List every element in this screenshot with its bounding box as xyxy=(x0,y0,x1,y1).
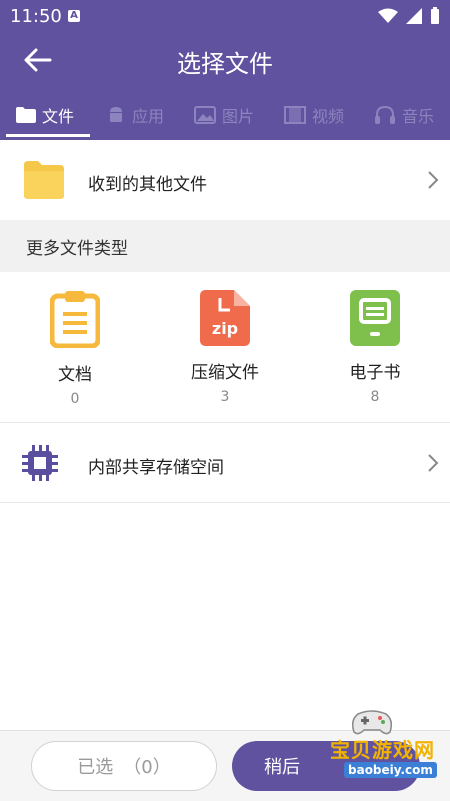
received-files-row[interactable]: 收到的其他文件 xyxy=(0,140,450,220)
tab-bar: 文件 应用 图片 视频 音乐 xyxy=(0,90,450,140)
header: 选择文件 xyxy=(0,32,450,88)
chevron-right-icon xyxy=(428,454,439,472)
divider xyxy=(0,502,450,503)
clipboard-document-icon xyxy=(49,291,101,349)
status-icons xyxy=(378,6,440,26)
more-file-types-header: 更多文件类型 xyxy=(0,220,450,272)
file-type-count: 3 xyxy=(220,389,230,405)
file-type-ebook[interactable]: 电子书 8 xyxy=(300,290,450,405)
gamepad-icon xyxy=(351,710,393,735)
section-title: 更多文件类型 xyxy=(26,239,128,259)
page-title: 选择文件 xyxy=(177,50,273,78)
tab-label: 文件 xyxy=(42,107,75,126)
selected-label: 已选 xyxy=(77,757,114,778)
tab-images[interactable]: 图片 xyxy=(194,90,254,140)
watermark-title: 宝贝游戏网 xyxy=(330,738,435,762)
cell-signal-icon xyxy=(406,8,422,24)
app-bar: 11:50 A 选择文件 文件 应用 图片 视频 音乐 xyxy=(0,0,450,140)
notification-a-icon: A xyxy=(68,10,80,22)
ebook-icon xyxy=(350,290,400,346)
headphones-icon xyxy=(375,105,395,124)
image-icon xyxy=(194,106,216,124)
tab-files[interactable]: 文件 xyxy=(16,90,74,140)
film-icon xyxy=(284,106,306,124)
tab-label: 图片 xyxy=(222,107,255,126)
selected-count: （0） xyxy=(123,757,171,778)
watermark-logo: 宝贝游戏网 baobeiy.com xyxy=(302,706,442,786)
battery-icon xyxy=(431,7,439,24)
android-icon xyxy=(110,107,122,122)
tab-videos[interactable]: 视频 xyxy=(284,90,344,140)
tab-label: 音乐 xyxy=(402,107,435,126)
folder-icon xyxy=(16,107,36,123)
file-type-name: 压缩文件 xyxy=(191,363,259,383)
file-type-zip[interactable]: zip 压缩文件 3 xyxy=(150,290,300,405)
received-files-label: 收到的其他文件 xyxy=(88,175,207,195)
internal-storage-row[interactable]: 内部共享存储空间 xyxy=(0,423,450,503)
watermark-url: baobeiy.com xyxy=(344,762,437,778)
later-label: 稍后 xyxy=(264,757,300,778)
file-type-count: 0 xyxy=(70,391,80,407)
zip-badge-text: zip xyxy=(212,319,238,338)
file-types-grid: 文档 0 zip 压缩文件 3 电子书 8 xyxy=(0,272,450,422)
folder-icon xyxy=(24,161,64,199)
chip-icon xyxy=(22,445,58,481)
status-time: 11:50 xyxy=(10,6,62,27)
tab-music[interactable]: 音乐 xyxy=(374,90,434,140)
file-type-name: 电子书 xyxy=(349,363,401,383)
tab-label: 应用 xyxy=(132,107,165,126)
tab-apps[interactable]: 应用 xyxy=(106,90,164,140)
selected-button[interactable]: 已选 （0） xyxy=(31,741,217,791)
status-bar: 11:50 A xyxy=(0,0,450,32)
internal-storage-label: 内部共享存储空间 xyxy=(88,458,224,478)
wifi-icon xyxy=(378,8,398,23)
file-type-count: 8 xyxy=(370,389,380,405)
active-tab-indicator xyxy=(6,134,90,137)
file-type-name: 文档 xyxy=(58,365,92,385)
tab-label: 视频 xyxy=(312,107,345,126)
chevron-right-icon xyxy=(428,171,439,189)
file-type-document[interactable]: 文档 0 xyxy=(0,290,150,407)
zip-file-icon: zip xyxy=(200,290,250,346)
